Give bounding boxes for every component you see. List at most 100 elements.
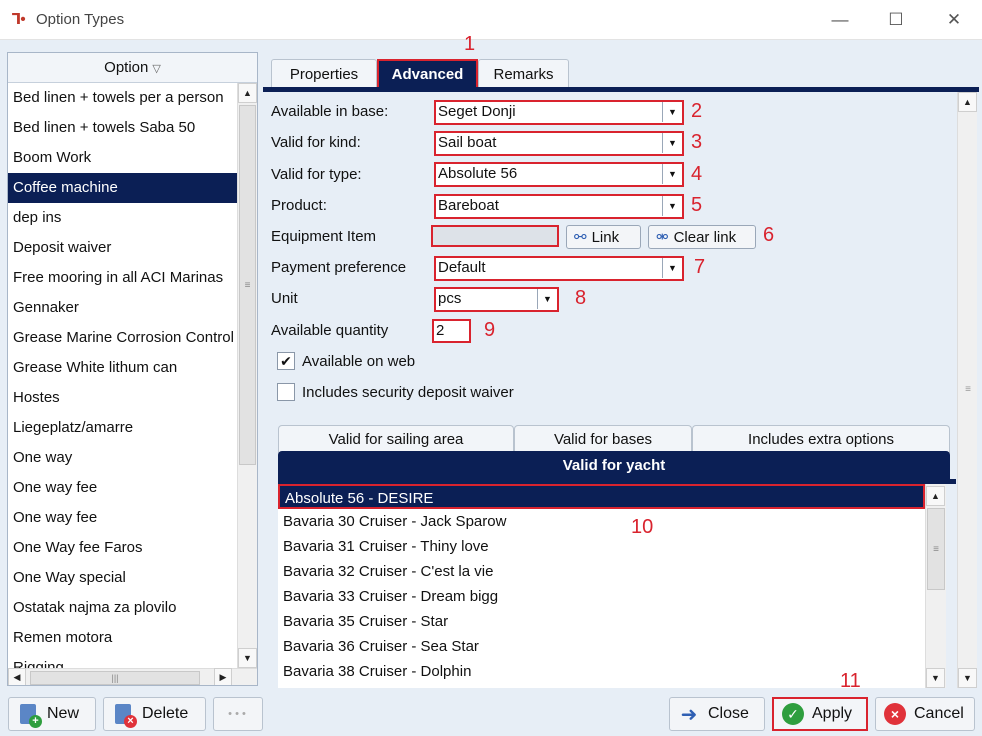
scroll-down-arrow-icon[interactable]: ▼	[926, 668, 945, 688]
chevron-down-icon[interactable]: ▼	[662, 258, 682, 278]
close-window-button[interactable]: ✕	[936, 6, 972, 34]
list-item[interactable]: Grease Marine Corrosion Control	[8, 323, 237, 353]
product-select[interactable]: Bareboat ▼	[434, 194, 684, 219]
tab-includes-extra-options[interactable]: Includes extra options	[692, 425, 950, 453]
scroll-right-arrow-icon[interactable]: ▶	[214, 668, 232, 685]
unit-value: pcs	[438, 290, 462, 307]
equipment-item-field[interactable]	[431, 225, 559, 247]
list-item[interactable]: Deposit waiver	[8, 233, 237, 263]
annotation-number: 6	[763, 224, 775, 246]
option-list-vertical-scrollbar[interactable]: ▲ ≡ ▼	[237, 83, 257, 668]
equipment-item-label: Equipment Item	[271, 228, 377, 245]
scroll-up-arrow-icon[interactable]: ▲	[958, 92, 977, 112]
annotation-number: 9	[484, 319, 496, 341]
list-item[interactable]: Grease White lithum can	[8, 353, 237, 383]
scroll-left-arrow-icon[interactable]: ◀	[8, 668, 26, 685]
tab-valid-for-sailing-area[interactable]: Valid for sailing area	[278, 425, 514, 453]
tab-advanced[interactable]: Advanced	[377, 59, 478, 89]
new-button[interactable]: + New	[8, 697, 96, 731]
minimize-button[interactable]: —	[822, 6, 858, 34]
list-item[interactable]: One Way fee Faros	[8, 533, 237, 563]
available-in-base-select[interactable]: Seget Donji ▼	[434, 100, 684, 125]
available-quantity-input[interactable]: 2	[432, 319, 471, 343]
list-item[interactable]: Free mooring in all ACI Marinas	[8, 263, 237, 293]
option-column-header[interactable]: Option ▽	[8, 53, 257, 83]
yacht-list-item[interactable]: Bavaria 38 Cruiser - Dolphin	[278, 659, 925, 684]
sort-filter-icon[interactable]: ▽	[152, 63, 160, 75]
yacht-list-item[interactable]: Bavaria 36 Cruiser - Sea Star	[278, 634, 925, 659]
tab-properties[interactable]: Properties	[271, 59, 377, 89]
list-item[interactable]: One Way special	[8, 563, 237, 593]
list-item[interactable]: Hostes	[8, 383, 237, 413]
unit-select[interactable]: pcs ▼	[434, 287, 559, 312]
yacht-list-item[interactable]: Bavaria 31 Cruiser - Thiny love	[278, 534, 925, 559]
chevron-down-icon[interactable]: ▼	[662, 133, 682, 153]
window-title: Option Types	[36, 11, 125, 28]
annotation-number: 5	[691, 194, 703, 216]
yacht-list-item[interactable]: Bavaria 32 Cruiser - C'est la vie	[278, 559, 925, 584]
chevron-down-icon[interactable]: ▼	[662, 102, 682, 122]
apply-button[interactable]: ✓ Apply	[772, 697, 868, 731]
link-icon: ⚯	[574, 229, 587, 246]
unlink-icon: ⚮	[656, 229, 669, 246]
scroll-thumb[interactable]: ≡	[927, 508, 945, 590]
tab-valid-for-yacht[interactable]: Valid for yacht	[278, 451, 950, 479]
apply-button-label: Apply	[812, 705, 853, 722]
yacht-list-item-selected[interactable]: Absolute 56 - DESIRE	[278, 484, 925, 509]
includes-security-deposit-waiver-checkbox[interactable]	[277, 383, 295, 401]
yacht-list-item[interactable]: Bavaria 33 Cruiser - Dream bigg	[278, 584, 925, 609]
close-button-label: Close	[708, 705, 749, 722]
product-label: Product:	[271, 197, 327, 214]
scroll-down-arrow-icon[interactable]: ▼	[238, 648, 257, 668]
annotation-number: 1	[464, 33, 476, 55]
chevron-down-icon[interactable]: ▼	[537, 289, 557, 309]
available-on-web-label: Available on web	[302, 353, 416, 370]
link-button[interactable]: ⚯ Link	[566, 225, 641, 249]
option-list-horizontal-scrollbar[interactable]: ◀ ||| ▶	[8, 668, 257, 685]
scroll-thumb[interactable]: |||	[30, 671, 200, 685]
tab-remarks[interactable]: Remarks	[478, 59, 569, 89]
title-bar: ⅂• Option Types — ☐ ✕	[0, 0, 982, 40]
scroll-up-arrow-icon[interactable]: ▲	[926, 486, 945, 506]
list-item[interactable]: Bed linen + towels Saba 50	[8, 113, 237, 143]
available-quantity-label: Available quantity	[271, 322, 389, 339]
available-in-base-label: Available in base:	[271, 103, 389, 120]
valid-for-kind-select[interactable]: Sail boat ▼	[434, 131, 684, 156]
valid-for-kind-value: Sail boat	[438, 134, 497, 151]
clear-link-button[interactable]: ⚮ Clear link	[648, 225, 756, 249]
available-on-web-checkbox[interactable]: ✔	[277, 352, 295, 370]
list-item[interactable]: dep ins	[8, 203, 237, 233]
close-button[interactable]: ➜ Close	[669, 697, 765, 731]
cancel-button[interactable]: × Cancel	[875, 697, 975, 731]
scroll-down-arrow-icon[interactable]: ▼	[958, 668, 977, 688]
annotation-number: 7	[694, 256, 706, 278]
list-item[interactable]: Gennaker	[8, 293, 237, 323]
scroll-up-arrow-icon[interactable]: ▲	[238, 83, 257, 103]
chevron-down-icon[interactable]: ▼	[662, 196, 682, 216]
scroll-thumb[interactable]: ≡	[239, 105, 256, 465]
yacht-list-scrollbar[interactable]: ▲ ≡ ▼	[925, 484, 946, 688]
yacht-list-item[interactable]: Bavaria 30 Cruiser - Jack Sparow	[278, 509, 925, 534]
maximize-button[interactable]: ☐	[878, 6, 914, 34]
scroll-thumb[interactable]: ≡	[960, 114, 976, 664]
delete-button[interactable]: × Delete	[103, 697, 206, 731]
yacht-list-item[interactable]: Bavaria 35 Cruiser - Star	[278, 609, 925, 634]
list-item[interactable]: Rigging	[8, 653, 237, 668]
list-item[interactable]: One way	[8, 443, 237, 473]
properties-vertical-scrollbar[interactable]: ▲ ≡ ▼	[957, 92, 977, 688]
more-button[interactable]: • • •	[213, 697, 263, 731]
list-item[interactable]: One way fee	[8, 503, 237, 533]
list-item[interactable]: One way fee	[8, 473, 237, 503]
list-item[interactable]: Remen motora	[8, 623, 237, 653]
option-list: Bed linen + towels per a person Bed line…	[8, 83, 237, 668]
delete-document-icon: ×	[112, 702, 137, 728]
valid-for-type-select[interactable]: Absolute 56 ▼	[434, 162, 684, 187]
list-item[interactable]: Boom Work	[8, 143, 237, 173]
payment-preference-select[interactable]: Default ▼	[434, 256, 684, 281]
chevron-down-icon[interactable]: ▼	[662, 164, 682, 184]
list-item[interactable]: Liegeplatz/amarre	[8, 413, 237, 443]
tab-valid-for-bases[interactable]: Valid for bases	[514, 425, 692, 453]
list-item[interactable]: Bed linen + towels per a person	[8, 83, 237, 113]
list-item-selected[interactable]: Coffee machine	[8, 173, 237, 203]
list-item[interactable]: Ostatak najma za plovilo	[8, 593, 237, 623]
